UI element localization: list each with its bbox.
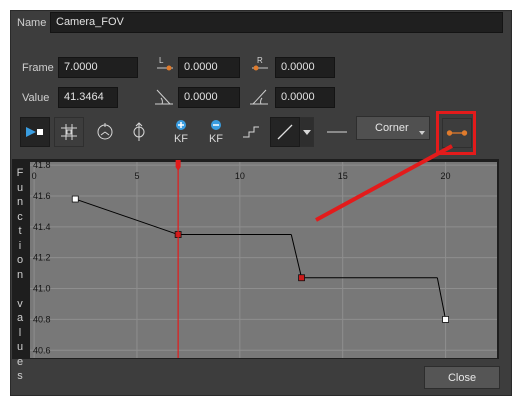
keyframe-point — [71, 195, 79, 203]
y-tick-label: 41.4 — [33, 222, 51, 232]
graph-plot-area — [30, 162, 497, 358]
x-tick-label: 15 — [338, 171, 348, 181]
y-tick-label: 41.2 — [33, 253, 51, 263]
x-tick-label: 5 — [134, 171, 139, 181]
y-tick-label: 41.0 — [33, 284, 51, 294]
y-tick-label: 40.8 — [33, 314, 51, 324]
y-tick-label: 41.6 — [33, 191, 51, 201]
y-tick-label: 41.8 — [33, 160, 51, 170]
keyframe-point — [442, 316, 449, 323]
x-tick-label: 0 — [32, 171, 37, 181]
close-button[interactable]: Close — [424, 366, 500, 389]
y-tick-label: 40.6 — [33, 345, 51, 355]
x-tick-label: 20 — [441, 171, 451, 181]
keyframe-point — [298, 274, 305, 282]
x-tick-label: 10 — [235, 171, 245, 181]
function-curve-chart[interactable]: 0 5 10 15 20 41.8 41.6 41.4 41.2 41.0 40.8 40.6 — [0, 0, 520, 409]
